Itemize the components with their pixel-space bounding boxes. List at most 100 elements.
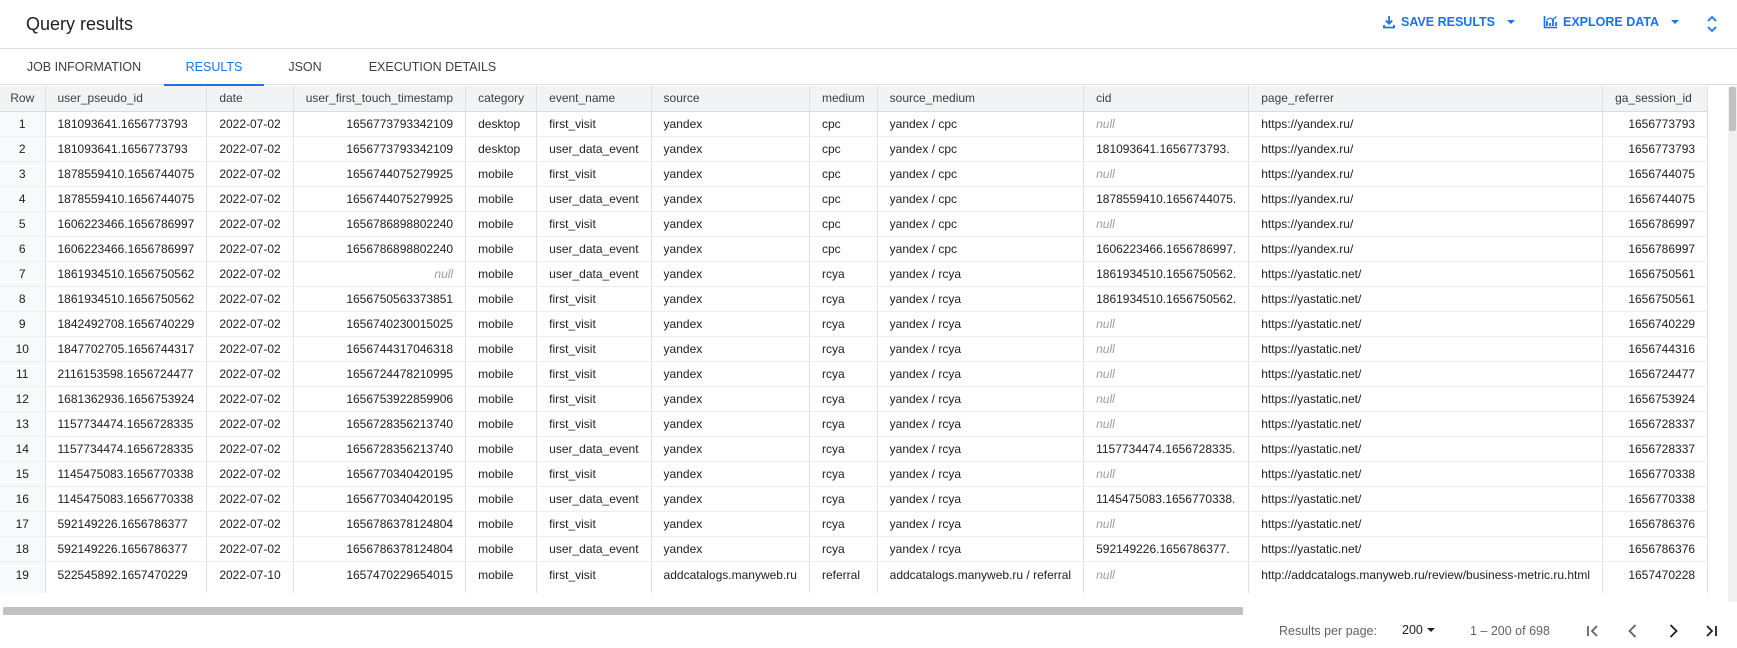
- cell-page-referrer[interactable]: https://yastatic.net/: [1248, 261, 1604, 287]
- cell-page-referrer[interactable]: https://yastatic.net/: [1248, 386, 1604, 412]
- cell-page-referrer[interactable]: https://yandex.ru/: [1248, 161, 1604, 187]
- cell-source-medium[interactable]: yandex / rcya: [877, 261, 1085, 287]
- cell-category[interactable]: mobile: [465, 186, 538, 212]
- cell-medium[interactable]: rcya: [809, 511, 878, 537]
- cell-cid[interactable]: 592149226.1656786377.: [1083, 536, 1250, 562]
- cell-cid[interactable]: 1606223466.1656786997.: [1083, 236, 1250, 262]
- cell-source[interactable]: yandex: [651, 461, 810, 487]
- cell-event-name[interactable]: first_visit: [536, 386, 652, 412]
- cell-medium[interactable]: rcya: [809, 486, 878, 512]
- table-row[interactable]: 16 1145475083.1656770338 2022-07-02 1656770…: [0, 486, 1709, 512]
- table-row[interactable]: 14 1157734474.1656728335 2022-07-02 1656728…: [0, 436, 1709, 462]
- table-row[interactable]: 2 181093641.1656773793 2022-07-02 165677379…: [0, 136, 1709, 162]
- cell-source[interactable]: yandex: [651, 236, 810, 262]
- cell-event-name[interactable]: first_visit: [536, 411, 652, 437]
- cell-event-name[interactable]: first_visit: [536, 161, 652, 187]
- cell-source[interactable]: yandex: [651, 136, 810, 162]
- cell-medium[interactable]: rcya: [809, 361, 878, 387]
- cell-medium[interactable]: cpc: [809, 236, 878, 262]
- cell-cid[interactable]: null: [1083, 561, 1250, 593]
- table-row[interactable]: 3 1878559410.1656744075 2022-07-02 16567440…: [0, 161, 1709, 187]
- cell-ga-session-id[interactable]: 1656753924: [1602, 386, 1709, 412]
- table-row[interactable]: 8 1861934510.1656750562 2022-07-02 16567505…: [0, 286, 1709, 312]
- cell-source[interactable]: yandex: [651, 361, 810, 387]
- cell-date[interactable]: 2022-07-02: [206, 436, 294, 462]
- cell-source[interactable]: yandex: [651, 111, 810, 137]
- cell-source[interactable]: yandex: [651, 311, 810, 337]
- cell-category[interactable]: desktop: [465, 111, 538, 137]
- cell-date[interactable]: 2022-07-02: [206, 536, 294, 562]
- cell-date[interactable]: 2022-07-02: [206, 286, 294, 312]
- cell-user-first-touch-timestamp[interactable]: 1656773793342109: [293, 111, 467, 137]
- column-header-category[interactable]: category: [465, 86, 538, 112]
- cell-source-medium[interactable]: yandex / rcya: [877, 486, 1085, 512]
- cell-category[interactable]: mobile: [465, 286, 538, 312]
- cell-medium[interactable]: cpc: [809, 211, 878, 237]
- cell-user-first-touch-timestamp[interactable]: 1656728356213740: [293, 411, 467, 437]
- cell-date[interactable]: 2022-07-02: [206, 486, 294, 512]
- cell-ga-session-id[interactable]: 1656728337: [1602, 411, 1709, 437]
- cell-page-referrer[interactable]: https://yastatic.net/: [1248, 361, 1604, 387]
- cell-category[interactable]: mobile: [465, 436, 538, 462]
- table-row[interactable]: 6 1606223466.1656786997 2022-07-02 16567868…: [0, 236, 1709, 262]
- cell-ga-session-id[interactable]: 1656770338: [1602, 461, 1709, 487]
- cell-source[interactable]: yandex: [651, 436, 810, 462]
- cell-page-referrer[interactable]: https://yastatic.net/: [1248, 461, 1604, 487]
- cell-event-name[interactable]: first_visit: [536, 561, 652, 593]
- cell-page-referrer[interactable]: https://yandex.ru/: [1248, 136, 1604, 162]
- cell-user-first-touch-timestamp[interactable]: 1656750563373851: [293, 286, 467, 312]
- cell-date[interactable]: 2022-07-02: [206, 411, 294, 437]
- cell-category[interactable]: mobile: [465, 161, 538, 187]
- cell-medium[interactable]: rcya: [809, 436, 878, 462]
- cell-user-pseudo-id[interactable]: 522545892.1657470229: [45, 561, 208, 593]
- cell-category[interactable]: desktop: [465, 136, 538, 162]
- table-row[interactable]: 13 1157734474.1656728335 2022-07-02 1656728…: [0, 411, 1709, 437]
- cell-user-pseudo-id[interactable]: 1847702705.1656744317: [45, 336, 208, 362]
- cell-ga-session-id[interactable]: 1656786376: [1602, 536, 1709, 562]
- cell-cid[interactable]: null: [1083, 361, 1250, 387]
- cell-user-pseudo-id[interactable]: 1145475083.1656770338: [45, 461, 208, 487]
- cell-source-medium[interactable]: yandex / rcya: [877, 536, 1085, 562]
- cell-category[interactable]: mobile: [465, 461, 538, 487]
- cell-source[interactable]: addcatalogs.manyweb.ru: [651, 561, 810, 593]
- cell-date[interactable]: 2022-07-02: [206, 461, 294, 487]
- cell-user-first-touch-timestamp[interactable]: 1656744317046318: [293, 336, 467, 362]
- cell-source-medium[interactable]: yandex / rcya: [877, 461, 1085, 487]
- cell-ga-session-id[interactable]: 1656728337: [1602, 436, 1709, 462]
- column-header-page-referrer[interactable]: page_referrer: [1248, 86, 1604, 112]
- cell-date[interactable]: 2022-07-02: [206, 386, 294, 412]
- cell-date[interactable]: 2022-07-02: [206, 236, 294, 262]
- cell-page-referrer[interactable]: http://addcatalogs.manyweb.ru/review/bus…: [1248, 561, 1604, 593]
- cell-user-first-touch-timestamp[interactable]: 1656740230015025: [293, 311, 467, 337]
- first-page-button[interactable]: [1582, 620, 1604, 645]
- cell-ga-session-id[interactable]: 1656770338: [1602, 486, 1709, 512]
- column-header-source[interactable]: source: [651, 86, 810, 112]
- cell-cid[interactable]: null: [1083, 336, 1250, 362]
- cell-date[interactable]: 2022-07-02: [206, 111, 294, 137]
- cell-cid[interactable]: 1145475083.1656770338.: [1083, 486, 1250, 512]
- cell-source[interactable]: yandex: [651, 411, 810, 437]
- cell-source-medium[interactable]: yandex / rcya: [877, 386, 1085, 412]
- cell-source[interactable]: yandex: [651, 486, 810, 512]
- cell-user-pseudo-id[interactable]: 1157734474.1656728335: [45, 411, 208, 437]
- cell-user-first-touch-timestamp[interactable]: 1656724478210995: [293, 361, 467, 387]
- cell-user-first-touch-timestamp[interactable]: 1656744075279925: [293, 186, 467, 212]
- cell-date[interactable]: 2022-07-02: [206, 361, 294, 387]
- cell-page-referrer[interactable]: https://yastatic.net/: [1248, 311, 1604, 337]
- cell-date[interactable]: 2022-07-02: [206, 336, 294, 362]
- cell-user-first-touch-timestamp[interactable]: 1656786378124804: [293, 536, 467, 562]
- cell-date[interactable]: 2022-07-02: [206, 136, 294, 162]
- column-header-cid[interactable]: cid: [1083, 86, 1250, 112]
- tab-execution-details[interactable]: EXECUTION DETAILS: [355, 49, 510, 85]
- cell-ga-session-id[interactable]: 1656744075: [1602, 186, 1709, 212]
- cell-cid[interactable]: null: [1083, 161, 1250, 187]
- cell-medium[interactable]: rcya: [809, 386, 878, 412]
- rows-per-page-select[interactable]: 200: [1402, 623, 1436, 637]
- cell-cid[interactable]: null: [1083, 511, 1250, 537]
- cell-source-medium[interactable]: yandex / rcya: [877, 336, 1085, 362]
- cell-ga-session-id[interactable]: 1656750561: [1602, 286, 1709, 312]
- cell-user-pseudo-id[interactable]: 1842492708.1656740229: [45, 311, 208, 337]
- cell-user-pseudo-id[interactable]: 2116153598.1656724477: [45, 361, 208, 387]
- table-row[interactable]: 9 1842492708.1656740229 2022-07-02 16567402…: [0, 311, 1709, 337]
- table-row[interactable]: 10 1847702705.1656744317 2022-07-02 1656744…: [0, 336, 1709, 362]
